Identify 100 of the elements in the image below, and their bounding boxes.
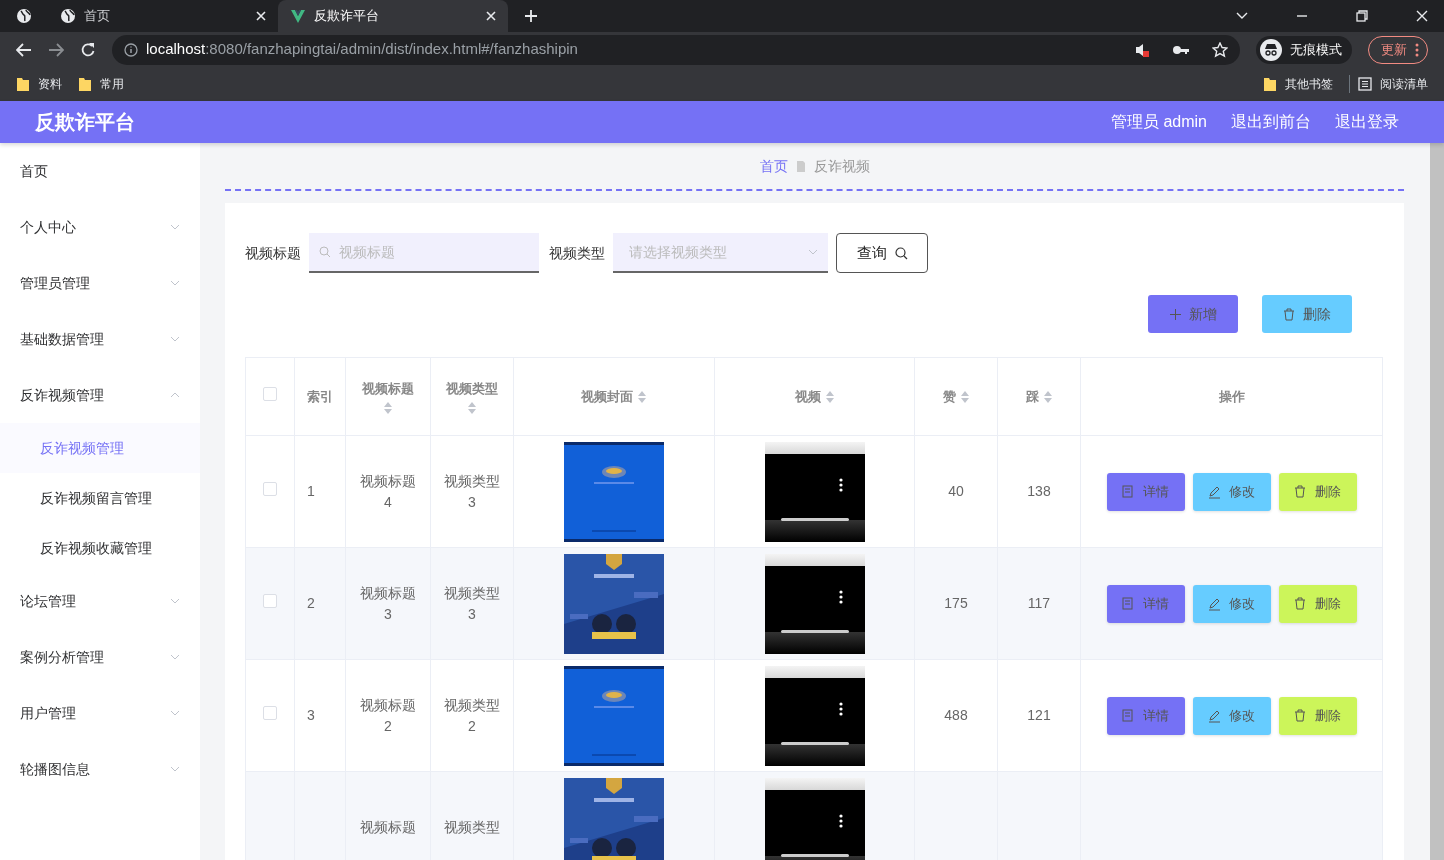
document-icon xyxy=(1122,708,1135,723)
muted-speaker-icon[interactable] xyxy=(1134,41,1150,58)
star-icon[interactable] xyxy=(1212,41,1228,58)
plus-icon[interactable] xyxy=(524,9,538,23)
column-header[interactable]: 踩 xyxy=(1025,386,1039,407)
sidebar-subitem[interactable]: 反诈视频留言管理 xyxy=(0,473,200,523)
forward-icon[interactable] xyxy=(48,42,64,57)
sidebar-item[interactable]: 反诈视频管理 xyxy=(0,367,200,423)
reading-list-button[interactable]: 阅读清单 xyxy=(1349,75,1428,93)
sidebar-item[interactable]: 个人中心 xyxy=(0,199,200,255)
sidebar-item[interactable]: 论坛管理 xyxy=(0,573,200,629)
globe-icon[interactable] xyxy=(16,8,32,24)
trash-icon xyxy=(1283,307,1295,321)
browser-tab[interactable]: 首页 xyxy=(48,0,278,32)
bookmark[interactable]: 常用 xyxy=(78,75,124,93)
edit-button[interactable]: 修改 xyxy=(1192,696,1271,735)
table-cell: 视频标题4 xyxy=(360,472,416,510)
list-icon xyxy=(1358,77,1372,91)
reload-icon[interactable] xyxy=(80,41,96,58)
sidebar-item[interactable]: 用户管理 xyxy=(0,685,200,741)
incognito-icon xyxy=(1260,38,1282,61)
search-icon xyxy=(894,246,908,260)
column-header[interactable]: 视频类型 xyxy=(446,378,498,399)
chevron-down-icon[interactable] xyxy=(1236,12,1248,20)
trash-icon xyxy=(1294,708,1307,723)
delete-button[interactable]: 删除 xyxy=(1278,696,1357,735)
column-header[interactable]: 视频封面 xyxy=(581,386,633,407)
table-cell: 视频标题 xyxy=(360,819,416,835)
delete-button[interactable]: 删除 xyxy=(1262,295,1352,333)
bookmark[interactable]: 资料 xyxy=(16,75,62,93)
pencil-icon xyxy=(1208,708,1221,723)
edit-button[interactable]: 修改 xyxy=(1192,584,1271,623)
trash-icon xyxy=(1294,596,1307,611)
table-cell: 117 xyxy=(1027,595,1051,611)
restore-icon[interactable] xyxy=(1356,10,1368,22)
query-button[interactable]: 查询 xyxy=(836,233,928,273)
checkbox[interactable] xyxy=(263,594,277,608)
table-cell: 138 xyxy=(1027,483,1051,499)
trash-icon xyxy=(1294,484,1307,499)
breadcrumb-link[interactable]: 首页 xyxy=(759,155,788,177)
pencil-icon xyxy=(1208,596,1221,611)
delete-button[interactable]: 删除 xyxy=(1278,584,1357,623)
field-label: 视频标题 xyxy=(245,243,301,263)
table-cell: 1 xyxy=(307,483,315,499)
table-cell: 3 xyxy=(307,707,315,723)
table-cell: 40 xyxy=(948,483,964,499)
sidebar-item[interactable]: 基础数据管理 xyxy=(0,311,200,367)
profile-label: 无痕模式 xyxy=(1290,40,1342,59)
sidebar-item[interactable]: 轮播图信息 xyxy=(0,741,200,797)
table-cell: 视频类型3 xyxy=(444,472,500,510)
field-label: 视频类型 xyxy=(549,243,605,263)
checkbox[interactable] xyxy=(263,706,277,720)
pencil-icon xyxy=(1208,484,1221,499)
info-icon xyxy=(124,42,138,57)
folder-icon xyxy=(16,76,30,92)
header-link[interactable]: 退出到前台 xyxy=(1231,110,1311,134)
document-icon xyxy=(1122,484,1135,499)
table-cell: 488 xyxy=(944,707,968,723)
sidebar-item[interactable]: 案例分析管理 xyxy=(0,629,200,685)
document-icon xyxy=(1122,596,1135,611)
tab-title: 首页 xyxy=(84,7,111,26)
folder-icon xyxy=(1263,76,1277,92)
column-header[interactable]: 赞 xyxy=(942,386,956,407)
close-icon[interactable] xyxy=(1416,10,1428,22)
close-icon[interactable] xyxy=(256,11,266,21)
scrollbar[interactable] xyxy=(1430,143,1444,860)
close-icon[interactable] xyxy=(486,11,496,21)
column-header[interactable]: 视频 xyxy=(794,386,821,407)
search-icon xyxy=(319,246,331,258)
document-icon xyxy=(795,159,806,173)
sidebar-item[interactable]: 管理员管理 xyxy=(0,255,200,311)
header-link[interactable]: 退出登录 xyxy=(1335,110,1399,134)
v-logo-icon xyxy=(290,8,306,24)
table-cell: 2 xyxy=(307,595,315,611)
column-header[interactable]: 视频标题 xyxy=(362,378,414,399)
table-cell: 175 xyxy=(944,595,968,611)
checkbox[interactable] xyxy=(263,482,277,496)
table-cell: 视频标题2 xyxy=(360,696,416,734)
more-icon xyxy=(1415,42,1419,57)
breadcrumb-current: 反诈视频 xyxy=(813,156,870,176)
edit-button[interactable]: 修改 xyxy=(1192,472,1271,511)
table-cell: 视频类型3 xyxy=(444,584,500,622)
globe-icon xyxy=(60,8,76,24)
table-cell: 121 xyxy=(1027,707,1051,723)
sidebar-item[interactable]: 首页 xyxy=(0,143,200,199)
back-icon[interactable] xyxy=(16,42,32,57)
chevron-down-icon xyxy=(808,249,818,255)
plus-icon xyxy=(1169,308,1181,320)
column-header[interactable]: 索引 xyxy=(307,386,333,407)
browser-tab[interactable]: 反欺诈平台 xyxy=(278,0,508,32)
table-cell: 视频标题3 xyxy=(360,584,416,622)
key-icon[interactable] xyxy=(1172,43,1190,56)
delete-button[interactable]: 删除 xyxy=(1278,472,1357,511)
checkbox[interactable] xyxy=(263,386,277,401)
table-cell: 视频类型2 xyxy=(444,696,500,734)
bookmark[interactable]: 其他书签 xyxy=(1263,75,1333,93)
column-header[interactable]: 操作 xyxy=(1218,386,1245,407)
sidebar-subitem[interactable]: 反诈视频管理 xyxy=(0,423,200,473)
folder-icon xyxy=(78,76,92,92)
sidebar-subitem[interactable]: 反诈视频收藏管理 xyxy=(0,523,200,573)
